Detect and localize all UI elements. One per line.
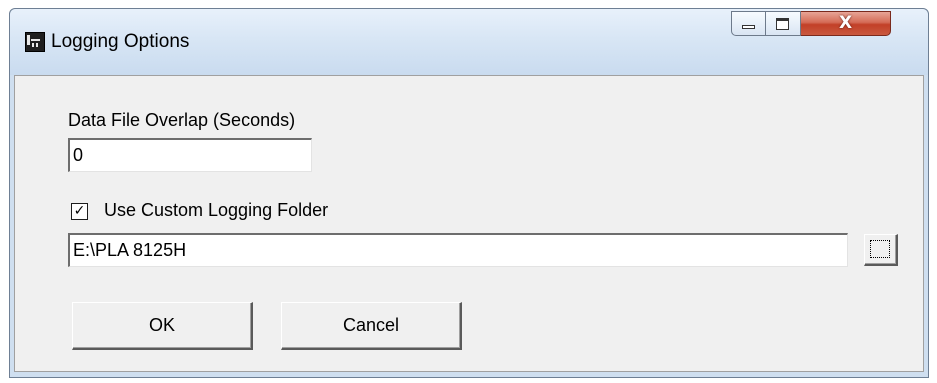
logging-folder-input[interactable]: E:\PLA 8125H bbox=[68, 233, 848, 267]
overlap-input[interactable]: 0 bbox=[68, 138, 312, 172]
browse-folder-icon bbox=[870, 240, 890, 258]
custom-folder-label[interactable]: Use Custom Logging Folder bbox=[104, 200, 328, 221]
close-icon: X bbox=[838, 13, 853, 33]
app-icon-glyph bbox=[27, 35, 40, 47]
cancel-button[interactable]: Cancel bbox=[281, 302, 462, 350]
dialog-body: Data File Overlap (Seconds) 0 ✓ Use Cust… bbox=[14, 75, 924, 372]
custom-folder-checkbox[interactable]: ✓ bbox=[71, 203, 88, 220]
window-title: Logging Options bbox=[51, 31, 190, 52]
overlap-label: Data File Overlap (Seconds) bbox=[68, 110, 296, 130]
maximize-button[interactable] bbox=[766, 11, 801, 36]
minimize-button[interactable] bbox=[731, 11, 766, 36]
maximize-icon bbox=[776, 18, 789, 30]
close-button[interactable]: X bbox=[801, 11, 891, 36]
ok-button[interactable]: OK bbox=[72, 302, 253, 350]
minimize-icon bbox=[742, 25, 755, 29]
browse-folder-button[interactable] bbox=[864, 234, 898, 266]
app-icon[interactable] bbox=[25, 32, 45, 52]
logging-options-window: Logging Options X Data File Overlap (Sec… bbox=[9, 8, 929, 378]
title-bar[interactable]: Logging Options X bbox=[10, 9, 928, 75]
